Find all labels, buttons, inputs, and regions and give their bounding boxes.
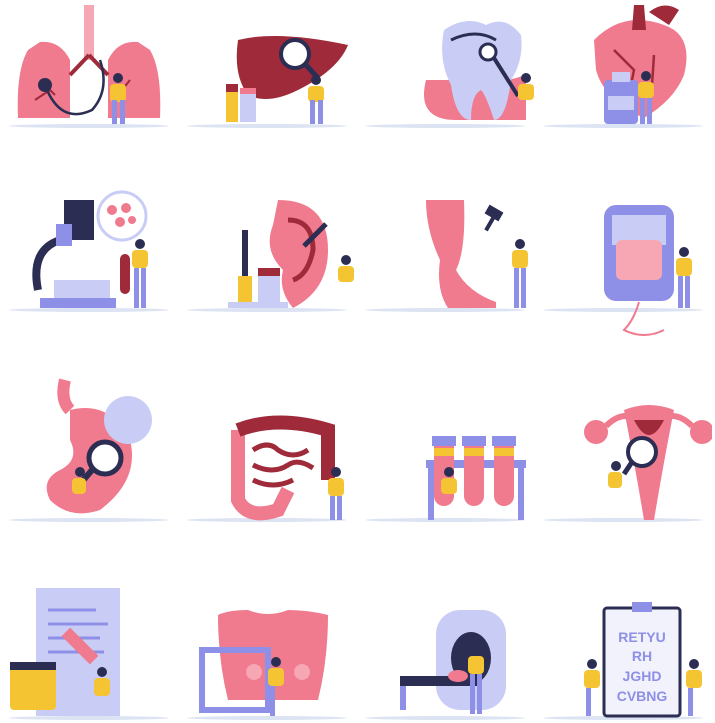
uterus-icon xyxy=(534,360,712,540)
ear-icon xyxy=(178,180,356,360)
eye-chart-line-4: CVBNG xyxy=(617,688,668,704)
blood-bag-icon xyxy=(534,180,712,360)
microscope-icon xyxy=(0,180,178,360)
heart-icon xyxy=(534,0,712,180)
liver-icon xyxy=(178,0,356,180)
medical-icon-grid: RETYU RH JGHD CVBNG xyxy=(0,0,715,723)
eye-chart-line-2: RH xyxy=(632,648,652,664)
intestine-icon xyxy=(178,360,356,540)
mri-scanner-icon xyxy=(356,540,534,720)
lungs-icon xyxy=(0,0,178,180)
leg-icon xyxy=(356,180,534,360)
breast-exam-icon xyxy=(178,540,356,720)
lab-report-icon xyxy=(0,540,178,720)
eye-chart-line-3: JGHD xyxy=(623,668,662,684)
test-tubes-icon xyxy=(356,360,534,540)
eye-chart-icon: RETYU RH JGHD CVBNG xyxy=(534,540,712,720)
tooth-icon xyxy=(356,0,534,180)
stomach-icon xyxy=(0,360,178,540)
eye-chart-line-1: RETYU xyxy=(618,629,665,645)
